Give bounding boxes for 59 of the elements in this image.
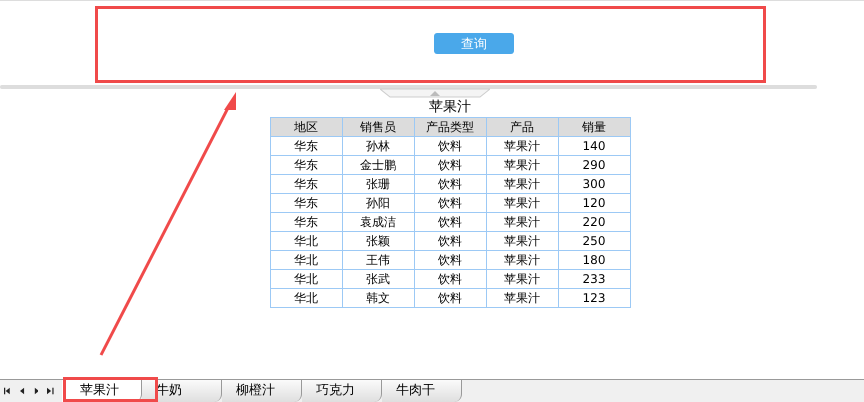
next-sheet-icon[interactable] — [34, 387, 38, 395]
table-cell: 饮料 — [414, 156, 486, 174]
table-cell: 苹果汁 — [486, 270, 558, 288]
table-cell: 苹果汁 — [486, 288, 558, 308]
table-cell: 华东 — [270, 156, 342, 174]
table-cell: 苹果汁 — [486, 174, 558, 194]
table-cell: 韩文 — [342, 288, 414, 308]
table-cell: 华北 — [270, 270, 342, 288]
table-cell: 饮料 — [414, 270, 486, 288]
table-cell: 140 — [558, 136, 630, 156]
table-cell: 华东 — [270, 136, 342, 156]
table-cell: 华北 — [270, 232, 342, 250]
table-cell: 苹果汁 — [486, 136, 558, 156]
sheet-tab[interactable]: 柳橙汁 — [222, 380, 302, 402]
table-cell: 饮料 — [414, 288, 486, 308]
column-header: 地区 — [270, 118, 342, 136]
table-cell: 苹果汁 — [486, 156, 558, 174]
table-cell: 华北 — [270, 288, 342, 308]
table-cell: 苹果汁 — [486, 232, 558, 250]
table-cell: 张武 — [342, 270, 414, 288]
column-header: 产品类型 — [414, 118, 486, 136]
table-cell: 张颖 — [342, 232, 414, 250]
table-cell: 250 — [558, 232, 630, 250]
table-cell: 华东 — [270, 212, 342, 232]
table-cell: 饮料 — [414, 174, 486, 194]
table-cell: 220 — [558, 212, 630, 232]
table-cell: 金士鹏 — [342, 156, 414, 174]
table-cell: 张珊 — [342, 174, 414, 194]
column-header: 销量 — [558, 118, 630, 136]
table-cell: 饮料 — [414, 194, 486, 212]
table-cell: 180 — [558, 250, 630, 270]
table-cell: 饮料 — [414, 250, 486, 270]
table-cell: 华东 — [270, 194, 342, 212]
table-cell: 120 — [558, 194, 630, 212]
column-header: 销售员 — [342, 118, 414, 136]
previous-sheet-icon[interactable] — [20, 387, 24, 395]
table-cell: 华东 — [270, 174, 342, 194]
table-cell: 苹果汁 — [486, 194, 558, 212]
report-title: 苹果汁 — [429, 98, 471, 117]
table-cell: 孙林 — [342, 136, 414, 156]
table-cell: 孙阳 — [342, 194, 414, 212]
column-header: 产品 — [486, 118, 558, 136]
table-cell: 苹果汁 — [486, 250, 558, 270]
collapse-handle-icon[interactable] — [380, 88, 490, 98]
table-cell: 苹果汁 — [486, 212, 558, 232]
table-cell: 袁成洁 — [342, 212, 414, 232]
table-cell: 300 — [558, 174, 630, 194]
table-cell: 290 — [558, 156, 630, 174]
sheet-tab[interactable]: 牛肉干 — [382, 380, 462, 402]
table-cell: 饮料 — [414, 136, 486, 156]
table-cell: 华北 — [270, 250, 342, 270]
table-cell: 饮料 — [414, 212, 486, 232]
table-cell: 饮料 — [414, 232, 486, 250]
first-sheet-icon[interactable] — [4, 387, 11, 395]
last-sheet-icon[interactable] — [47, 387, 54, 395]
table-cell: 王伟 — [342, 250, 414, 270]
sheet-tab[interactable]: 巧克力 — [302, 380, 382, 402]
table-cell: 233 — [558, 270, 630, 288]
table-cell: 123 — [558, 288, 630, 308]
